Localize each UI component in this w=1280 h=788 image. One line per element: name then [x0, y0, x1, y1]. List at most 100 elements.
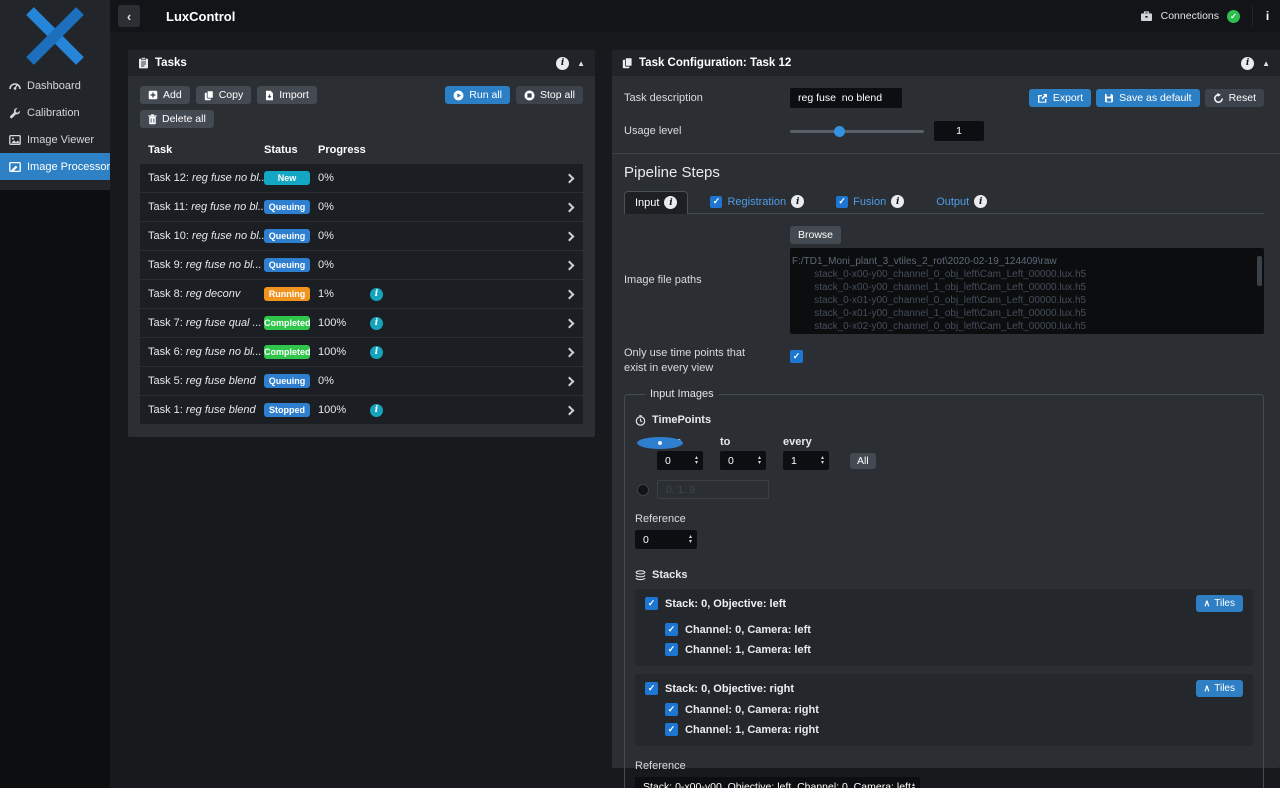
spinner-icon[interactable]: ▴▾ [821, 456, 824, 465]
task-row[interactable]: Task 12: reg fuse no bl... New 0% [140, 164, 583, 192]
channel-checkbox[interactable] [665, 723, 678, 736]
reset-button[interactable]: Reset [1205, 89, 1264, 107]
copy-button[interactable]: Copy [196, 86, 252, 104]
clock-icon [635, 415, 646, 426]
status-badge: Queuing [264, 229, 310, 243]
fusion-checkbox[interactable] [836, 196, 848, 208]
from-input[interactable]: 0▴▾ [657, 451, 703, 470]
slider-handle[interactable] [834, 126, 845, 137]
task-info-icon[interactable] [370, 404, 383, 417]
tab-output-info-icon[interactable] [974, 195, 987, 208]
col-task: Task [148, 144, 264, 156]
config-info-icon[interactable] [1241, 57, 1254, 70]
tab-fusion-info-icon[interactable] [891, 195, 904, 208]
config-collapse-icon[interactable]: ▲ [1262, 59, 1270, 68]
task-row[interactable]: Task 7: reg fuse qual ... Completed 100% [140, 309, 583, 337]
chevron-right-icon[interactable] [565, 173, 575, 183]
tasks-panel-header: Tasks ▲ [128, 50, 595, 76]
chevron-right-icon[interactable] [565, 202, 575, 212]
import-button-label: Import [279, 89, 309, 101]
chevron-right-icon[interactable] [565, 347, 575, 357]
channel-label: Channel: 0, Camera: left [685, 624, 811, 636]
task-row[interactable]: Task 5: reg fuse blend Queuing 0% [140, 367, 583, 395]
every-input[interactable]: 1▴▾ [783, 451, 829, 470]
tab-input-info-icon[interactable] [664, 196, 677, 209]
stacks-reference-select[interactable]: Stack: 0-x00-y00, Objective: left, Chann… [635, 777, 920, 788]
scrollbar-thumb[interactable] [1257, 256, 1262, 286]
chevron-right-icon[interactable] [565, 376, 575, 386]
spinner-icon[interactable]: ▴▾ [758, 456, 761, 465]
stack-left-checkbox[interactable] [645, 597, 658, 610]
sidebar-item-image-viewer[interactable]: Image Viewer [0, 126, 110, 153]
task-title: reg fuse qual ... [186, 317, 262, 329]
wrench-icon [9, 107, 21, 119]
stop-all-button[interactable]: Stop all [516, 86, 583, 104]
task-row[interactable]: Task 8: reg deconv Running 1% [140, 280, 583, 308]
connection-ok-icon [1227, 10, 1240, 23]
stack-right-checkbox[interactable] [645, 682, 658, 695]
sidebar-item-calibration[interactable]: Calibration [0, 99, 110, 126]
timepoints-reference-select[interactable]: 0▴▾ [635, 530, 697, 549]
only-use-timepoints-checkbox[interactable] [790, 350, 803, 363]
tab-registration[interactable]: Registration [700, 191, 814, 213]
registration-checkbox[interactable] [710, 196, 722, 208]
timepoints-custom-input[interactable] [657, 480, 769, 499]
usage-level-slider[interactable] [790, 130, 924, 133]
tasks-collapse-icon[interactable]: ▲ [577, 59, 585, 68]
chevron-up-icon: ∧ [1204, 598, 1211, 609]
image-file-paths-list[interactable]: F:/TD1_Moni_plant_3_vtiles_2_rot\2020-02… [790, 248, 1264, 334]
save-as-default-button[interactable]: Save as default [1096, 89, 1199, 107]
back-button[interactable]: ‹ [118, 5, 140, 27]
stack-right-label: Stack: 0, Objective: right [665, 683, 794, 695]
save-icon [1104, 93, 1114, 103]
chevron-right-icon[interactable] [565, 289, 575, 299]
all-button[interactable]: All [850, 453, 876, 469]
channel-checkbox[interactable] [665, 643, 678, 656]
tab-fusion[interactable]: Fusion [826, 191, 914, 213]
sidebar-item-dashboard[interactable]: Dashboard [0, 72, 110, 99]
channel-checkbox[interactable] [665, 623, 678, 636]
import-button[interactable]: Import [257, 86, 317, 104]
task-title: reg fuse no bl... [192, 230, 264, 242]
channel-checkbox[interactable] [665, 703, 678, 716]
reset-icon [1213, 93, 1224, 104]
chevron-right-icon[interactable] [565, 318, 575, 328]
tasks-info-icon[interactable] [556, 57, 569, 70]
tab-output[interactable]: Output [926, 191, 997, 213]
timepoints-custom-radio[interactable] [637, 484, 649, 496]
tiles-button-left[interactable]: ∧Tiles [1196, 595, 1243, 612]
spinner-icon[interactable]: ▴▾ [695, 456, 698, 465]
export-button[interactable]: Export [1029, 89, 1091, 107]
task-row[interactable]: Task 9: reg fuse no bl... Queuing 0% [140, 251, 583, 279]
chevron-right-icon[interactable] [565, 231, 575, 241]
to-input[interactable]: 0▴▾ [720, 451, 766, 470]
spinner-icon[interactable]: ▴▾ [912, 783, 915, 788]
task-info-icon[interactable] [370, 288, 383, 301]
task-info-icon[interactable] [370, 346, 383, 359]
connections-label[interactable]: Connections [1161, 10, 1219, 22]
tab-label: Registration [727, 196, 786, 208]
tasks-panel: Tasks ▲ Add Copy Import Run all [128, 50, 595, 437]
tab-input[interactable]: Input [624, 191, 688, 214]
sidebar-item-image-processor[interactable]: Image Processor [0, 153, 110, 180]
tiles-button-right[interactable]: ∧Tiles [1196, 680, 1243, 697]
task-row[interactable]: Task 6: reg fuse no bl... Completed 100% [140, 338, 583, 366]
task-info-icon[interactable] [370, 317, 383, 330]
browse-button[interactable]: Browse [790, 226, 841, 244]
spinner-icon[interactable]: ▴▾ [689, 535, 692, 544]
chevron-right-icon[interactable] [565, 260, 575, 270]
delete-all-button[interactable]: Delete all [140, 110, 214, 128]
sidebar: Dashboard Calibration Image Viewer Image… [0, 0, 110, 788]
task-row[interactable]: Task 1: reg fuse blend Stopped 100% [140, 396, 583, 424]
tab-registration-info-icon[interactable] [791, 195, 804, 208]
usage-level-input[interactable]: 1 [934, 121, 984, 141]
timepoints-range-radio[interactable] [637, 437, 683, 449]
task-row[interactable]: Task 11: reg fuse no bl... Queuing 0% [140, 193, 583, 221]
add-button[interactable]: Add [140, 86, 190, 104]
info-button[interactable]: i [1252, 5, 1274, 27]
run-all-button[interactable]: Run all [445, 86, 510, 104]
task-description-input[interactable] [790, 88, 902, 108]
task-row[interactable]: Task 10: reg fuse no bl... Queuing 0% [140, 222, 583, 250]
stacks-reference-label: Reference [635, 760, 1253, 772]
chevron-right-icon[interactable] [565, 405, 575, 415]
